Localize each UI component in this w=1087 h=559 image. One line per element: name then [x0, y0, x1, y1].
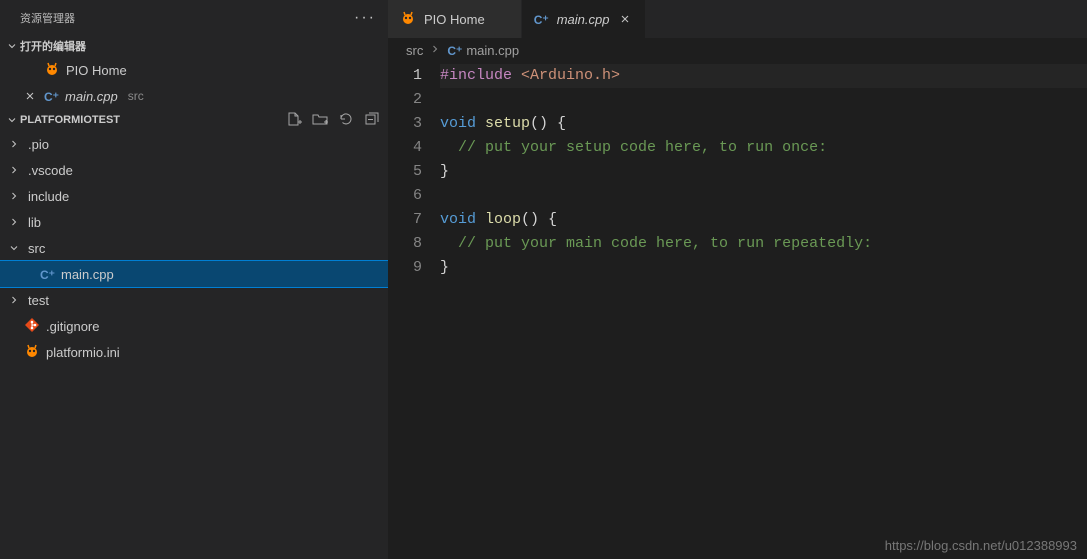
editor-area: PIO HomeC⁺main.cpp srcC⁺main.cpp 1234567… — [388, 0, 1087, 559]
chevron-right-icon — [6, 162, 22, 178]
tab-bar: PIO Home C⁺ main.cpp — [388, 0, 1087, 38]
editor-label: PIO Home — [66, 63, 127, 78]
breadcrumb-item[interactable]: src — [406, 43, 423, 58]
file-icon — [24, 343, 40, 362]
code-line[interactable]: // put your main code here, to run repea… — [440, 232, 1087, 256]
tree-label: lib — [28, 215, 41, 230]
tree-file[interactable]: .gitignore — [0, 313, 388, 339]
tree-label: .gitignore — [46, 319, 99, 334]
code-line[interactable]: #include <Arduino.h> — [440, 64, 1087, 88]
tree-label: platformio.ini — [46, 345, 120, 360]
file-tree: .pio .vscode include lib src C⁺ main.cpp test .g… — [0, 131, 388, 365]
open-editors-header[interactable]: 打开的编辑器 — [0, 35, 388, 57]
new-file-icon[interactable] — [286, 111, 302, 130]
tree-label: .vscode — [28, 163, 73, 178]
open-editors-list: PIO Home C⁺ main.cpp src — [0, 57, 388, 109]
open-editor-item[interactable]: C⁺ main.cpp src — [0, 83, 388, 109]
line-gutter: 123456789 — [388, 64, 440, 559]
new-folder-icon[interactable] — [312, 111, 328, 130]
open-editor-item[interactable]: PIO Home — [0, 57, 388, 83]
watermark-text: https://blog.csdn.net/u012388993 — [885, 538, 1077, 553]
more-actions-icon[interactable]: ··· — [354, 9, 376, 27]
chevron-right-icon — [6, 292, 22, 308]
tab-label: main.cpp — [557, 12, 610, 27]
file-icon: C⁺ — [447, 43, 462, 58]
file-icon: C⁺ — [534, 12, 549, 27]
tree-file[interactable]: platformio.ini — [0, 339, 388, 365]
tree-file[interactable]: C⁺ main.cpp — [0, 261, 388, 287]
collapse-all-icon[interactable] — [364, 111, 380, 130]
refresh-icon[interactable] — [338, 111, 354, 130]
tree-folder[interactable]: .vscode — [0, 157, 388, 183]
close-icon[interactable] — [22, 90, 38, 102]
code-line[interactable]: } — [440, 256, 1087, 280]
breadcrumb[interactable]: src C⁺main.cpp — [388, 38, 1087, 62]
chevron-down-icon — [4, 112, 20, 128]
file-icon — [24, 317, 40, 336]
tree-label: src — [28, 241, 45, 256]
project-actions — [286, 111, 380, 130]
tree-label: include — [28, 189, 69, 204]
project-header[interactable]: PLATFORMIOTEST — [0, 109, 388, 131]
tree-folder[interactable]: test — [0, 287, 388, 313]
code-line[interactable] — [440, 88, 1087, 112]
file-icon: C⁺ — [44, 89, 59, 104]
tree-label: main.cpp — [61, 267, 114, 282]
code-line[interactable]: void setup() { — [440, 112, 1087, 136]
tab-label: PIO Home — [424, 12, 485, 27]
tree-folder[interactable]: include — [0, 183, 388, 209]
editor-dir: src — [128, 89, 144, 103]
tree-label: test — [28, 293, 49, 308]
code-line[interactable]: void loop() { — [440, 208, 1087, 232]
code-line[interactable]: // put your setup code here, to run once… — [440, 136, 1087, 160]
editor-label: main.cpp — [65, 89, 118, 104]
chevron-right-icon — [6, 188, 22, 204]
chevron-right-icon — [429, 43, 441, 58]
breadcrumb-item[interactable]: C⁺main.cpp — [447, 43, 519, 58]
explorer-title: 资源管理器 — [20, 10, 75, 26]
file-icon — [400, 10, 416, 29]
tab[interactable]: PIO Home — [388, 0, 522, 38]
code-content[interactable]: #include <Arduino.h> void setup() { // pu… — [440, 64, 1087, 559]
code-line[interactable] — [440, 184, 1087, 208]
code-editor[interactable]: 123456789 #include <Arduino.h> void setup… — [388, 62, 1087, 559]
tree-folder[interactable]: src — [0, 235, 388, 261]
chevron-right-icon — [6, 136, 22, 152]
chevron-down-icon — [4, 38, 20, 54]
chevron-right-icon — [6, 214, 22, 230]
tree-folder[interactable]: .pio — [0, 131, 388, 157]
close-icon[interactable] — [617, 11, 633, 27]
chevron-down-icon — [6, 240, 22, 256]
code-line[interactable]: } — [440, 160, 1087, 184]
tree-label: .pio — [28, 137, 49, 152]
file-icon — [44, 61, 60, 80]
explorer-title-row: 资源管理器 ··· — [0, 0, 388, 35]
tree-folder[interactable]: lib — [0, 209, 388, 235]
file-icon: C⁺ — [40, 267, 55, 282]
tab[interactable]: C⁺ main.cpp — [522, 0, 647, 38]
explorer-sidebar: 资源管理器 ··· 打开的编辑器 PIO Home C⁺ main.cpp src P… — [0, 0, 388, 559]
